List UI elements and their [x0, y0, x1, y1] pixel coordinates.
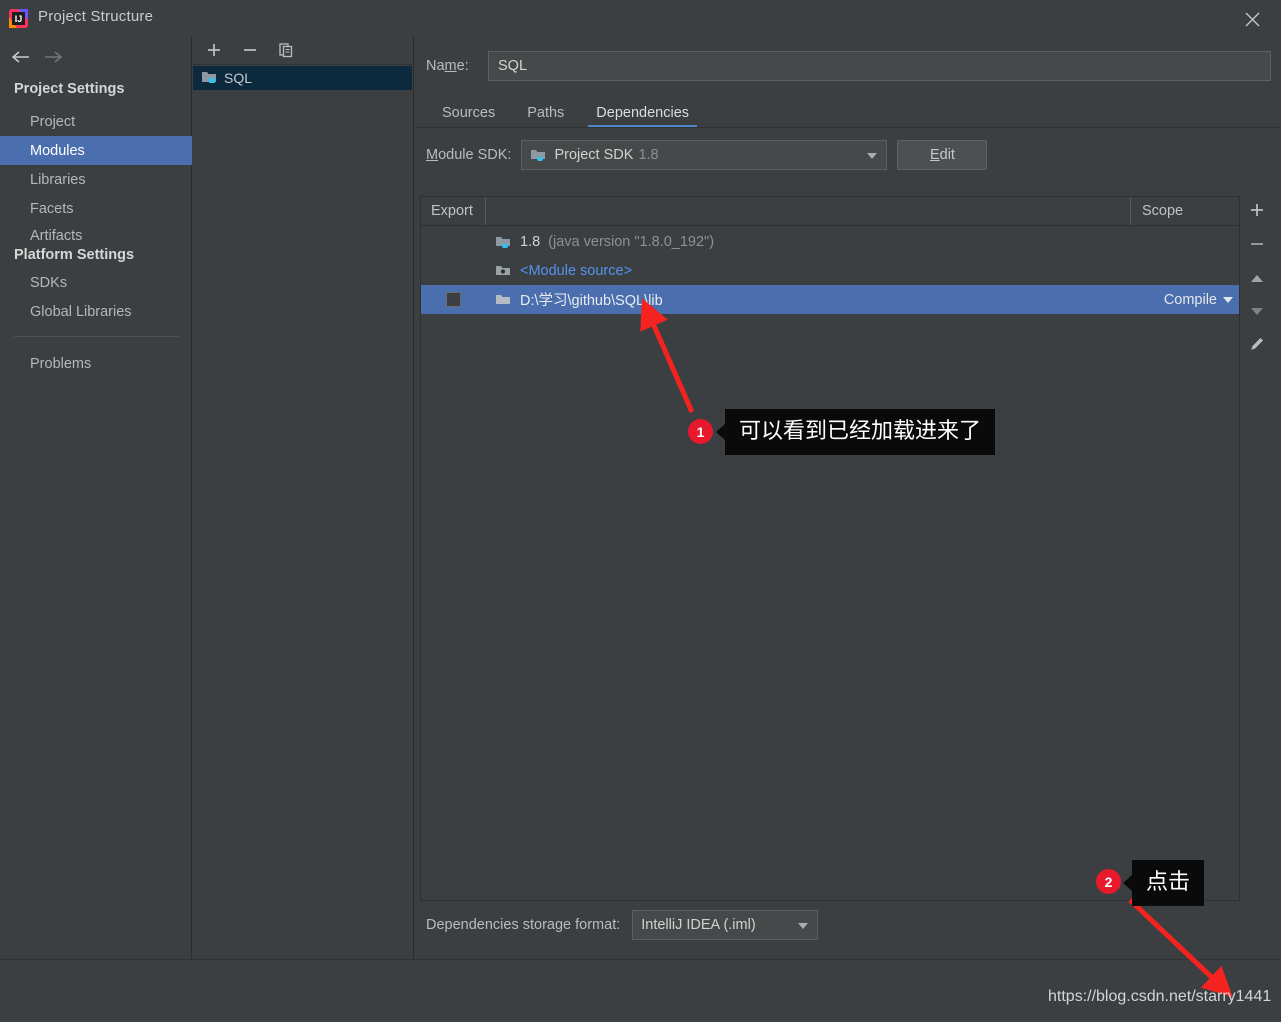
sidebar-item-label: Project: [30, 113, 76, 130]
sidebar-section-platform-settings: Platform Settings: [14, 247, 135, 263]
minus-icon[interactable]: [238, 38, 262, 62]
export-cell[interactable]: [421, 292, 486, 307]
window-title: Project Structure: [38, 8, 154, 25]
module-name-row: Name:: [426, 50, 1271, 82]
settings-sidebar: Project Settings Project Modules Librari…: [0, 36, 192, 959]
tab-label: Dependencies: [596, 105, 690, 121]
modules-list: SQL: [193, 66, 414, 959]
sidebar-section-project-settings: Project Settings: [14, 81, 125, 97]
module-sdk-label: Module SDK:: [426, 147, 512, 163]
sidebar-item-label: Problems: [30, 355, 92, 372]
table-row[interactable]: D:\学习\github\SQL\lib Compile: [421, 285, 1239, 314]
arrow-left-icon[interactable]: [8, 44, 34, 70]
sidebar-item-label: Facets: [30, 200, 74, 217]
chevron-down-icon: [1223, 296, 1233, 303]
svg-text:IJ: IJ: [15, 14, 23, 24]
sidebar-item-modules[interactable]: Modules: [0, 136, 192, 165]
dependency-name-cell: D:\学习\github\SQL\lib: [486, 289, 1131, 310]
sidebar-item-label: Artifacts: [30, 227, 83, 244]
tree-item-label: SQL: [224, 70, 253, 86]
plus-icon[interactable]: [202, 38, 226, 62]
plus-icon: [1251, 204, 1263, 216]
storage-format-combobox[interactable]: IntelliJ IDEA (.iml): [632, 910, 819, 940]
dependencies-table-header: Export Scope: [421, 197, 1239, 226]
library-folder-icon: [495, 293, 512, 307]
sidebar-item-project[interactable]: Project: [0, 107, 192, 136]
chevron-down-icon: [867, 153, 878, 159]
module-tabs: Sources Paths Dependencies: [426, 96, 1271, 128]
copy-icon[interactable]: [274, 38, 298, 62]
sidebar-item-libraries[interactable]: Libraries: [0, 165, 192, 194]
arrow-right-icon[interactable]: [40, 44, 66, 70]
modules-toolbar: [193, 36, 414, 65]
sdk-folder-icon: [530, 148, 547, 162]
sidebar-item-sdks[interactable]: SDKs: [0, 268, 192, 297]
title-bar: IJ Project Structure: [0, 0, 1281, 36]
column-header-export[interactable]: Export: [421, 197, 486, 225]
tab-paths[interactable]: Paths: [511, 98, 580, 128]
pencil-icon: [1251, 338, 1263, 350]
module-source-icon: [495, 264, 512, 278]
column-header-name[interactable]: [486, 197, 1131, 225]
export-checkbox[interactable]: [446, 292, 461, 307]
scope-cell[interactable]: Compile: [1131, 292, 1239, 308]
storage-format-value: IntelliJ IDEA (.iml): [641, 917, 756, 933]
module-sdk-combobox[interactable]: Project SDK 1.8: [521, 140, 888, 170]
arrow-down-icon: [1251, 308, 1263, 315]
table-row[interactable]: <Module source>: [421, 256, 1239, 285]
chevron-down-icon: [798, 923, 809, 929]
storage-format-row: Dependencies storage format: IntelliJ ID…: [426, 909, 819, 941]
add-dependency-button[interactable]: [1243, 196, 1271, 224]
tab-dependencies[interactable]: Dependencies: [580, 98, 705, 128]
module-sdk-row: Module SDK: Project SDK 1.8 Edit: [426, 140, 988, 170]
move-up-button[interactable]: [1243, 265, 1271, 293]
sidebar-item-artifacts[interactable]: Artifacts: [0, 221, 192, 250]
remove-dependency-button[interactable]: [1243, 230, 1271, 258]
module-name-label: Name:: [426, 58, 469, 74]
sidebar-divider: [14, 336, 179, 337]
sidebar-item-label: Modules: [30, 142, 85, 159]
close-icon[interactable]: [1239, 6, 1265, 32]
module-editor: Name: Sources Paths Dependencies Module …: [414, 36, 1281, 959]
navigation-arrows: [0, 38, 192, 74]
tab-label: Paths: [527, 105, 565, 121]
module-sdk-version: 1.8: [638, 147, 659, 163]
project-structure-dialog: IJ Project Structure Project Settings Pr…: [0, 0, 1281, 1022]
dependency-name: 1.8: [520, 233, 541, 250]
tab-sources[interactable]: Sources: [426, 98, 511, 128]
dependency-name: D:\学习\github\SQL\lib: [520, 293, 663, 309]
sidebar-item-label: Global Libraries: [30, 303, 132, 320]
dialog-footer: ? OK Cancel Apply: [0, 960, 1281, 1022]
module-sdk-value: Project SDK: [554, 147, 634, 163]
sidebar-item-facets[interactable]: Facets: [0, 194, 192, 223]
sidebar-item-label: Libraries: [30, 171, 86, 188]
jdk-folder-icon: [495, 235, 512, 249]
dependencies-side-toolbar: [1233, 196, 1279, 366]
dependency-name: <Module source>: [520, 262, 633, 279]
module-folder-icon: [201, 70, 217, 87]
module-name-input[interactable]: [488, 51, 1271, 81]
dependencies-table: Export Scope 1.8 (java version "1.8.0_19…: [420, 196, 1240, 901]
intellij-idea-icon: IJ: [8, 8, 29, 29]
move-down-button[interactable]: [1243, 297, 1271, 325]
sidebar-item-problems[interactable]: Problems: [0, 349, 192, 378]
storage-format-label: Dependencies storage format:: [426, 917, 621, 933]
dependency-name-cell: 1.8 (java version "1.8.0_192"): [486, 234, 1131, 250]
dependencies-rows: 1.8 (java version "1.8.0_192") <Module s…: [421, 227, 1239, 900]
sidebar-item-global-libraries[interactable]: Global Libraries: [0, 297, 192, 326]
table-row[interactable]: 1.8 (java version "1.8.0_192"): [421, 227, 1239, 256]
arrow-up-icon: [1251, 275, 1263, 282]
scope-value: Compile: [1163, 291, 1217, 308]
edit-sdk-button[interactable]: Edit: [897, 140, 988, 170]
dependency-name-cell: <Module source>: [486, 263, 1131, 279]
column-header-scope[interactable]: Scope: [1131, 197, 1239, 225]
minus-icon: [1251, 243, 1263, 245]
modules-tree-panel: SQL: [193, 36, 414, 959]
tree-item-sql[interactable]: SQL: [193, 66, 412, 90]
tabs-divider: [414, 127, 1281, 128]
edit-dependency-button[interactable]: [1243, 330, 1271, 358]
sidebar-item-label: SDKs: [30, 274, 68, 291]
dependency-detail: (java version "1.8.0_192"): [548, 233, 715, 250]
tab-label: Sources: [442, 105, 496, 121]
